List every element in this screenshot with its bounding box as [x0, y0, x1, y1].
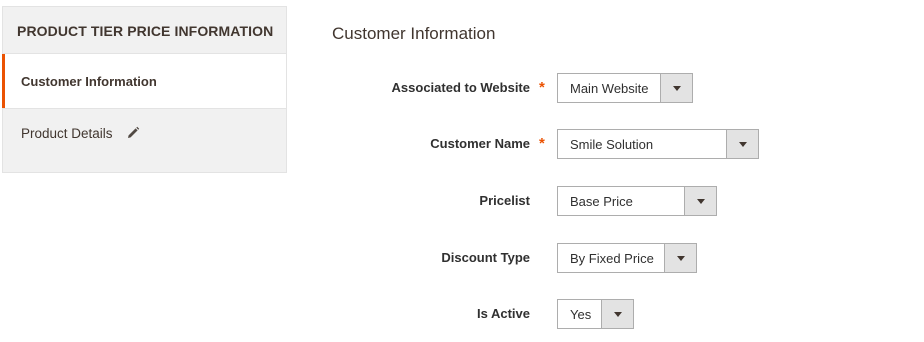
is-active-label: Is Active [477, 306, 530, 321]
field-pricelist: Pricelist Base Price [332, 186, 924, 216]
is-active-select[interactable]: Yes [557, 299, 634, 329]
sidebar: PRODUCT TIER PRICE INFORMATION Customer … [2, 6, 287, 173]
customer-name-select[interactable]: Smile Solution [557, 129, 759, 159]
sidebar-item-customer-information[interactable]: Customer Information [2, 54, 287, 108]
pricelist-label: Pricelist [479, 193, 530, 208]
dropdown-toggle[interactable] [601, 300, 633, 328]
dropdown-toggle[interactable] [660, 74, 692, 102]
customer-name-select-value: Smile Solution [570, 136, 654, 152]
field-website: Associated to Website * Main Website [332, 73, 924, 103]
chevron-down-icon [672, 85, 681, 91]
field-is-active: Is Active Yes [332, 299, 924, 329]
chevron-down-icon [738, 141, 747, 147]
sidebar-title: PRODUCT TIER PRICE INFORMATION [2, 6, 287, 54]
dropdown-toggle[interactable] [726, 130, 758, 158]
field-customer-name: Customer Name * Smile Solution [332, 129, 924, 159]
customer-name-label: Customer Name [430, 136, 530, 151]
dropdown-toggle[interactable] [684, 187, 716, 215]
required-marker: * [539, 135, 545, 152]
website-label: Associated to Website [391, 80, 530, 95]
sidebar-item-label: Product Details [21, 126, 113, 141]
pricelist-select-value: Base Price [570, 193, 633, 209]
website-select-value: Main Website [570, 80, 649, 96]
discount-type-select-value: By Fixed Price [570, 250, 654, 266]
required-marker: * [539, 79, 545, 96]
pencil-icon [126, 126, 140, 140]
website-select[interactable]: Main Website [557, 73, 693, 103]
section-title: Customer Information [332, 24, 496, 43]
field-discount-type: Discount Type By Fixed Price [332, 243, 924, 273]
pricelist-select[interactable]: Base Price [557, 186, 717, 216]
chevron-down-icon [613, 311, 622, 317]
sidebar-item-product-details[interactable]: Product Details [2, 108, 287, 173]
dropdown-toggle[interactable] [664, 244, 696, 272]
discount-type-label: Discount Type [441, 250, 530, 265]
sidebar-item-label: Customer Information [21, 73, 157, 89]
is-active-select-value: Yes [570, 306, 592, 322]
chevron-down-icon [676, 255, 685, 261]
discount-type-select[interactable]: By Fixed Price [557, 243, 697, 273]
chevron-down-icon [696, 198, 705, 204]
